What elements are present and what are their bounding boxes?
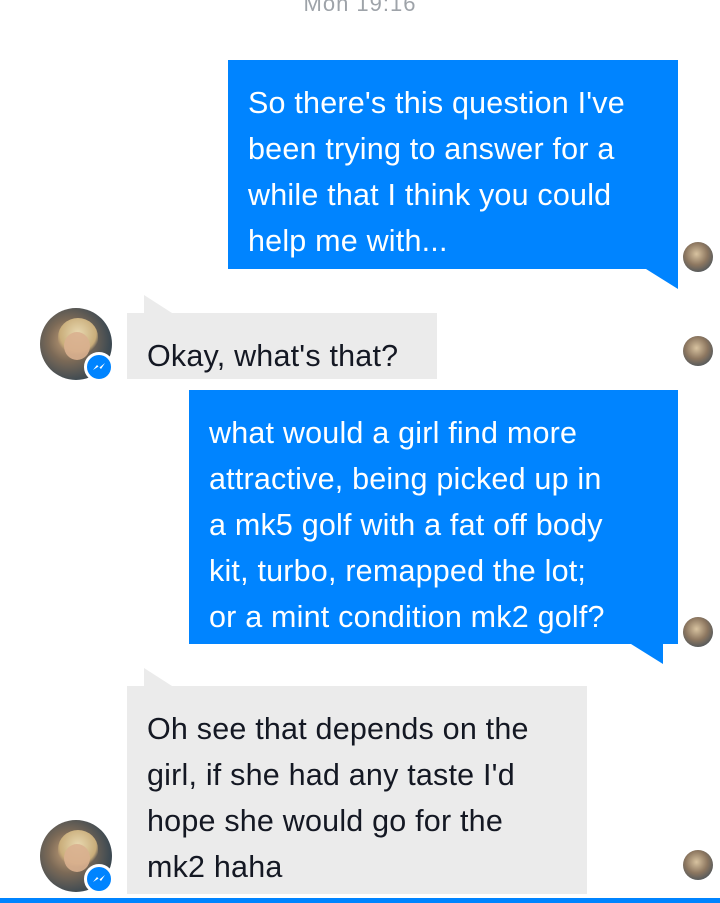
composer-top-border bbox=[0, 898, 720, 903]
message-text-line: what would a girl find more bbox=[209, 416, 578, 450]
message-text-line: attractive, being picked up in bbox=[209, 462, 602, 496]
message-text-line: a mk5 golf with a fat off body bbox=[209, 508, 603, 542]
message-text-line: been trying to answer for a bbox=[248, 132, 615, 166]
message-text-line: Okay, what's that? bbox=[147, 339, 399, 373]
message-text-line: or a mint condition mk2 golf? bbox=[209, 600, 605, 634]
seen-avatar-icon bbox=[683, 617, 713, 647]
message-text-line: Oh see that depends on the bbox=[147, 712, 529, 746]
message-text-line: help me with... bbox=[248, 224, 448, 258]
message-timestamp: Mon 19:16 bbox=[303, 0, 417, 16]
received-message-bubble[interactable]: Okay, what's that? bbox=[127, 313, 437, 379]
message-text-line: hope she would go for the bbox=[147, 804, 504, 838]
seen-avatar-icon bbox=[683, 850, 713, 880]
message-text-line: mk2 haha bbox=[147, 850, 283, 884]
bubble-tail bbox=[646, 269, 678, 289]
messenger-bolt-icon bbox=[84, 352, 114, 382]
sent-message-bubble[interactable]: what would a girl find more attractive, … bbox=[189, 390, 678, 644]
message-text-line: while that I think you could bbox=[248, 178, 612, 212]
message-text-line: kit, turbo, remapped the lot; bbox=[209, 554, 587, 588]
seen-avatar-icon bbox=[683, 242, 713, 272]
received-message-bubble[interactable]: Oh see that depends on the girl, if she … bbox=[127, 686, 587, 894]
messenger-bolt-icon bbox=[84, 864, 114, 894]
bubble-tail bbox=[144, 295, 172, 313]
seen-avatar-icon bbox=[683, 336, 713, 366]
sent-message-bubble[interactable]: So there's this question I've been tryin… bbox=[228, 60, 678, 269]
message-text-line: girl, if she had any taste I'd bbox=[147, 758, 515, 792]
bubble-tail bbox=[631, 644, 663, 664]
message-text-line: So there's this question I've bbox=[248, 86, 625, 120]
bubble-tail bbox=[144, 668, 172, 686]
